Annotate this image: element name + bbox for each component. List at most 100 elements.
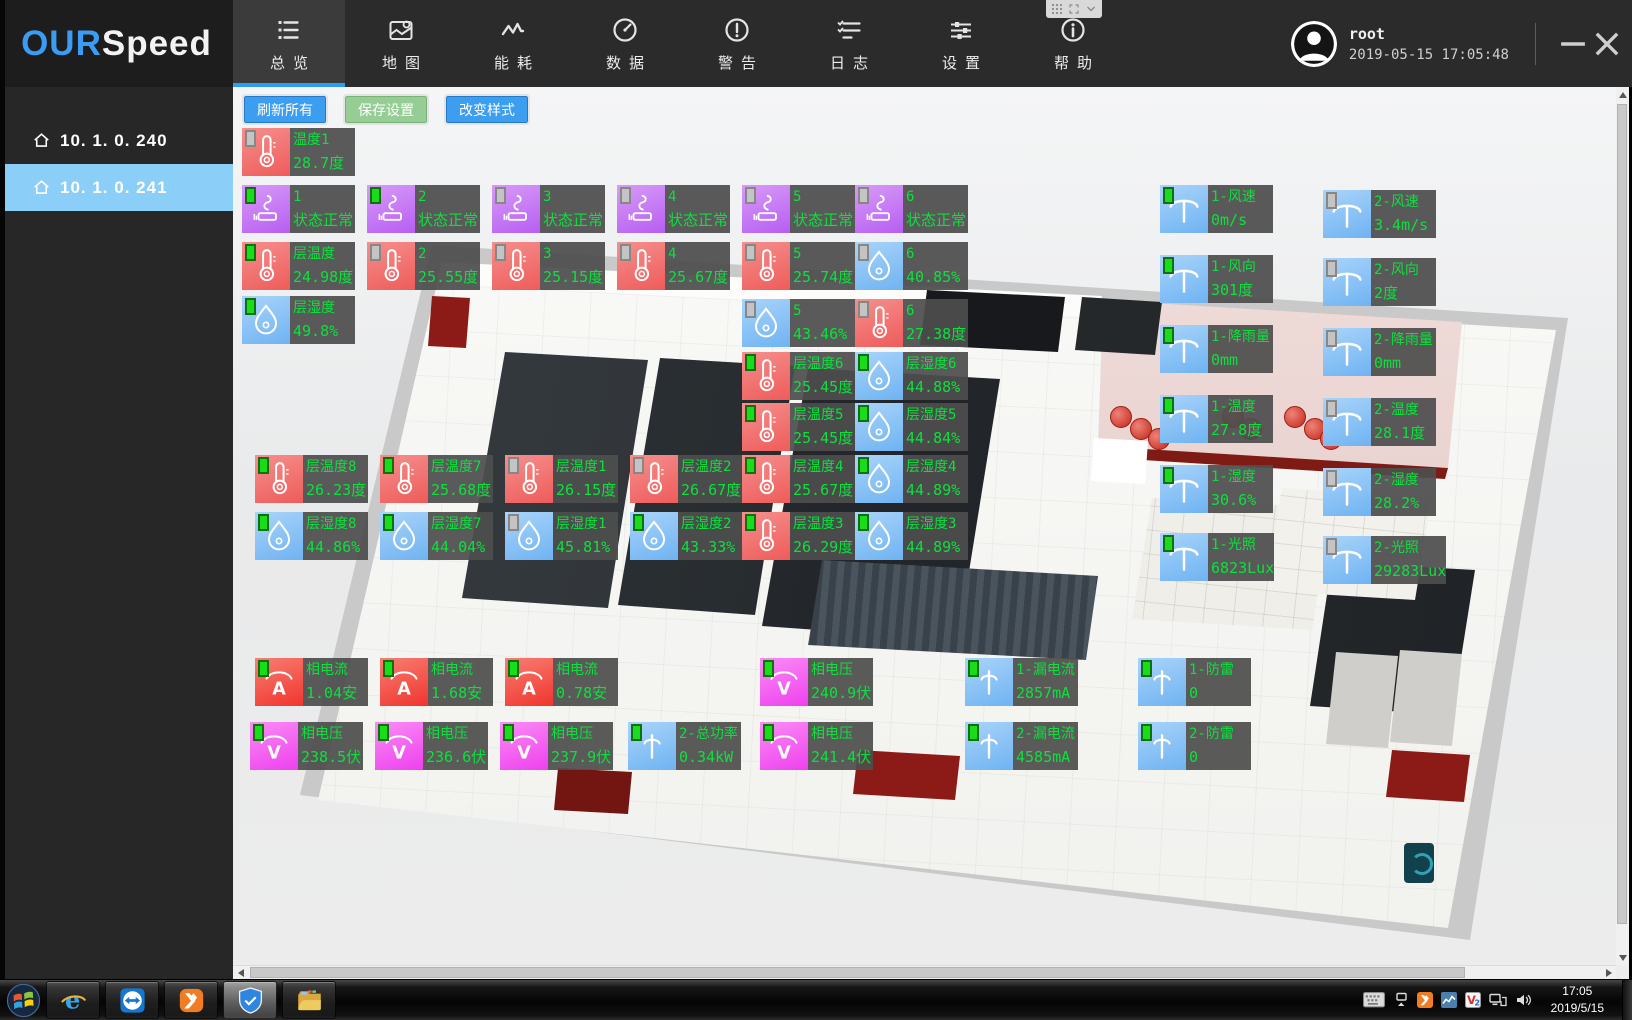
sensor-badge[interactable]: 1-风速0m/s [1160, 185, 1273, 233]
sensor-badge[interactable]: 1-光照6823Lux [1160, 533, 1273, 581]
change-style-button[interactable]: 改变样式 [446, 96, 528, 123]
sensor-badge[interactable]: 层温度525.45度 [742, 403, 855, 451]
scroll-up-arrow[interactable] [1616, 87, 1629, 102]
sensor-badge[interactable]: 325.15度 [492, 242, 605, 290]
sensor-badge[interactable]: 层湿度243.33% [630, 512, 743, 560]
sensor-badge[interactable]: 6状态正常 [855, 185, 968, 233]
sensor-badge[interactable]: 层温度725.68度 [380, 455, 493, 503]
sensor-badge[interactable]: 层湿度344.89% [855, 512, 968, 560]
sensor-badge[interactable]: 层湿度145.81% [505, 512, 618, 560]
taskbar-app-xampp[interactable] [164, 981, 218, 1019]
sensor-badge[interactable]: 3状态正常 [492, 185, 605, 233]
taskbar-app-monitor[interactable] [223, 981, 277, 1019]
refresh-all-button[interactable]: 刷新所有 [244, 96, 326, 123]
sensor-badge[interactable]: 2-温度28.1度 [1323, 398, 1436, 446]
horizontal-scrollbar[interactable] [233, 965, 1616, 979]
h-scroll-thumb[interactable] [250, 967, 1465, 978]
tab-data[interactable]: 数据 [569, 0, 681, 87]
h-scroll-track[interactable] [248, 966, 1601, 980]
sensor-badge[interactable]: 层湿度49.8% [242, 296, 355, 344]
sensor-badge[interactable]: 1-湿度30.6% [1160, 465, 1273, 513]
sensor-badge[interactable]: 1-温度27.8度 [1160, 395, 1273, 443]
sensor-badge[interactable]: 2-风向2度 [1323, 258, 1436, 306]
sensor-badge[interactable]: 层温度425.67度 [742, 455, 855, 503]
sensor-badge[interactable]: 425.67度 [617, 242, 730, 290]
sensor-badge[interactable]: 层湿度744.04% [380, 512, 493, 560]
tab-log[interactable]: 日志 [793, 0, 905, 87]
taskbar-app-teamviewer[interactable] [105, 981, 159, 1019]
sensor-badge[interactable]: 640.85% [855, 242, 968, 290]
sensor-badge[interactable]: V相电压240.9伏 [760, 658, 873, 706]
sensor-badge[interactable]: 1-降雨量0mm [1160, 325, 1273, 373]
sensor-badge[interactable]: A相电流0.78安 [505, 658, 618, 706]
sensor-badge[interactable]: A相电流1.04安 [255, 658, 368, 706]
taskbar-app-ie[interactable]: e [46, 981, 100, 1019]
sensor-badge[interactable]: 层湿度644.88% [855, 352, 968, 400]
show-desktop-button[interactable] [1622, 980, 1632, 1020]
sensor-badge[interactable]: 层湿度444.89% [855, 455, 968, 503]
sensor-badge[interactable]: 层湿度544.84% [855, 403, 968, 451]
sensor-badge[interactable]: 2-总功率0.34kW [628, 722, 741, 770]
scroll-right-arrow[interactable] [1601, 966, 1616, 980]
v-scroll-thumb[interactable] [1617, 104, 1627, 924]
sensor-badge[interactable]: 627.38度 [855, 299, 968, 347]
fullscreen-icon[interactable] [1068, 3, 1080, 15]
start-button[interactable] [0, 980, 46, 1020]
tray-perf-icon[interactable] [1441, 992, 1457, 1008]
sensor-badge[interactable]: 2-防雷0 [1138, 722, 1251, 770]
sensor-badge[interactable]: 1状态正常 [242, 185, 355, 233]
sensor-badge[interactable]: 2-漏电流4585mA [965, 722, 1078, 770]
sensor-badge[interactable]: V相电压236.6伏 [375, 722, 488, 770]
sensor-badge[interactable]: 层温度24.98度 [242, 242, 355, 290]
sensor-badge[interactable]: 1-风向301度 [1160, 255, 1273, 303]
sensor-badge[interactable]: 225.55度 [367, 242, 480, 290]
tray-v2-icon[interactable]: V2 [1465, 992, 1481, 1008]
sensor-badge[interactable]: 525.74度 [742, 242, 855, 290]
taskbar-app-explorer[interactable] [282, 981, 336, 1019]
sensor-badge[interactable]: V相电压237.9伏 [500, 722, 613, 770]
taskbar-clock[interactable]: 17:05 2019/5/15 [1551, 983, 1604, 1018]
sensor-badge[interactable]: 层温度126.15度 [505, 455, 618, 503]
scroll-left-arrow[interactable] [233, 966, 248, 980]
sensor-badge[interactable]: 2-湿度28.2% [1323, 468, 1436, 516]
sensor-badge[interactable]: 层温度226.67度 [630, 455, 743, 503]
sensor-badge[interactable]: 4状态正常 [617, 185, 730, 233]
sensor-badge[interactable]: 1-漏电流2857mA [965, 658, 1078, 706]
sidebar-item-device-1[interactable]: 10. 1. 0. 241 [0, 164, 233, 211]
sensor-badge[interactable]: 层温度625.45度 [742, 352, 855, 400]
avatar[interactable] [1291, 21, 1337, 67]
tab-warning[interactable]: 警告 [681, 0, 793, 87]
sensor-badge[interactable]: 层温度826.23度 [255, 455, 368, 503]
layout-grid-icon[interactable] [1051, 3, 1063, 15]
sensor-badge[interactable]: 1-防雷0 [1138, 658, 1251, 706]
sensor-badge[interactable]: A相电流1.68安 [380, 658, 493, 706]
tray-volume-icon[interactable] [1515, 992, 1531, 1008]
sensor-badge[interactable]: 2状态正常 [367, 185, 480, 233]
tab-energy[interactable]: 能耗 [457, 0, 569, 87]
sidebar-item-device-0[interactable]: 10. 1. 0. 240 [0, 117, 233, 164]
scroll-down-arrow[interactable] [1616, 950, 1629, 965]
minimize-button[interactable] [1556, 27, 1590, 61]
sensor-badge[interactable]: 2-光照29283Lux [1323, 536, 1436, 584]
sensor-badge[interactable]: 层湿度844.86% [255, 512, 368, 560]
tab-overview[interactable]: 总览 [233, 0, 345, 87]
v-scroll-track[interactable] [1616, 102, 1629, 950]
sensor-badge[interactable]: 温度128.7度 [242, 128, 355, 176]
tray-network-icon[interactable] [1489, 992, 1507, 1008]
sensor-badge[interactable]: V相电压241.4伏 [760, 722, 873, 770]
sensor-badge[interactable]: 层温度326.29度 [742, 512, 855, 560]
close-button[interactable] [1590, 27, 1624, 61]
tab-settings[interactable]: 设置 [905, 0, 1017, 87]
sensor-badge[interactable]: 2-风速3.4m/s [1323, 190, 1436, 238]
vertical-scrollbar[interactable] [1616, 87, 1629, 965]
sensor-badge[interactable]: 5状态正常 [742, 185, 855, 233]
chevron-down-icon[interactable] [1085, 3, 1097, 15]
save-settings-button[interactable]: 保存设置 [345, 96, 427, 123]
sensor-badge[interactable]: V相电压238.5伏 [250, 722, 363, 770]
tray-keyboard-icon[interactable] [1363, 992, 1385, 1007]
tab-map[interactable]: 地图 [345, 0, 457, 87]
tray-show-hidden-icon[interactable] [1393, 992, 1409, 1008]
tray-xampp-icon[interactable] [1417, 992, 1433, 1008]
sensor-badge[interactable]: 543.46% [742, 299, 855, 347]
sensor-badge[interactable]: 2-降雨量0mm [1323, 328, 1436, 376]
